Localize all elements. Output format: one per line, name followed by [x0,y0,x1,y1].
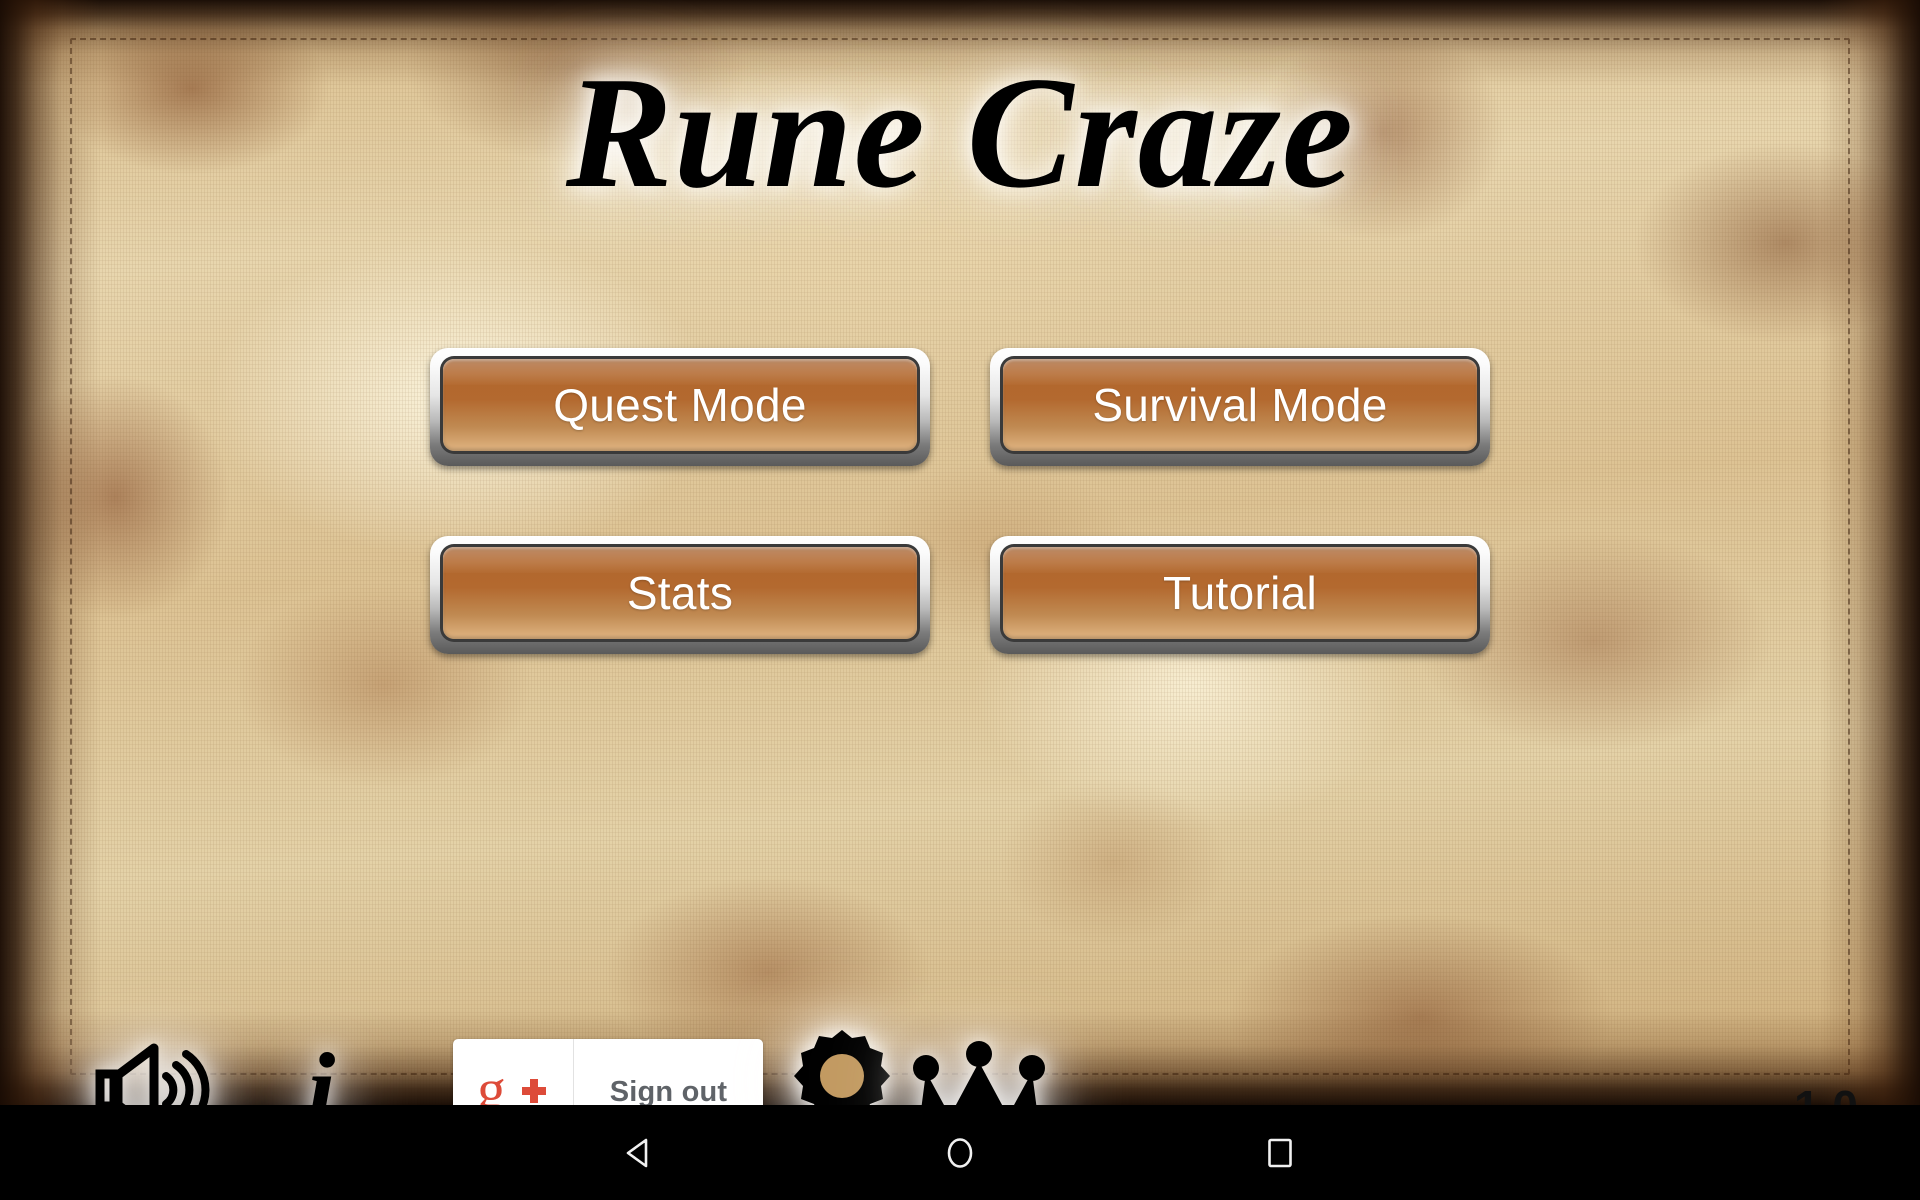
nav-back-button[interactable] [480,1105,800,1200]
game-title: Rune Craze [566,43,1354,221]
quest-mode-button-face: Quest Mode [443,359,917,451]
survival-mode-button[interactable]: Survival Mode [990,348,1490,466]
quest-mode-button[interactable]: Quest Mode [430,348,930,466]
tutorial-button-label: Tutorial [1162,567,1318,619]
android-navigation-bar [0,1105,1920,1200]
survival-mode-button-label: Survival Mode [1092,379,1388,431]
app-screen: Rune Craze Quest Mode Survival Mode Stat… [0,0,1920,1200]
survival-mode-button-face: Survival Mode [1003,359,1477,451]
tutorial-button[interactable]: Tutorial [990,536,1490,654]
stats-button-face: Stats [443,547,917,639]
nav-home-button[interactable] [800,1105,1120,1200]
tutorial-button-face: Tutorial [1003,547,1477,639]
main-menu: Quest Mode Survival Mode Stats Tutorial [430,348,1490,654]
nav-recents-button[interactable] [1120,1105,1440,1200]
stats-button-label: Stats [626,567,734,619]
stats-button[interactable]: Stats [430,536,930,654]
quest-mode-button-label: Quest Mode [553,379,807,431]
